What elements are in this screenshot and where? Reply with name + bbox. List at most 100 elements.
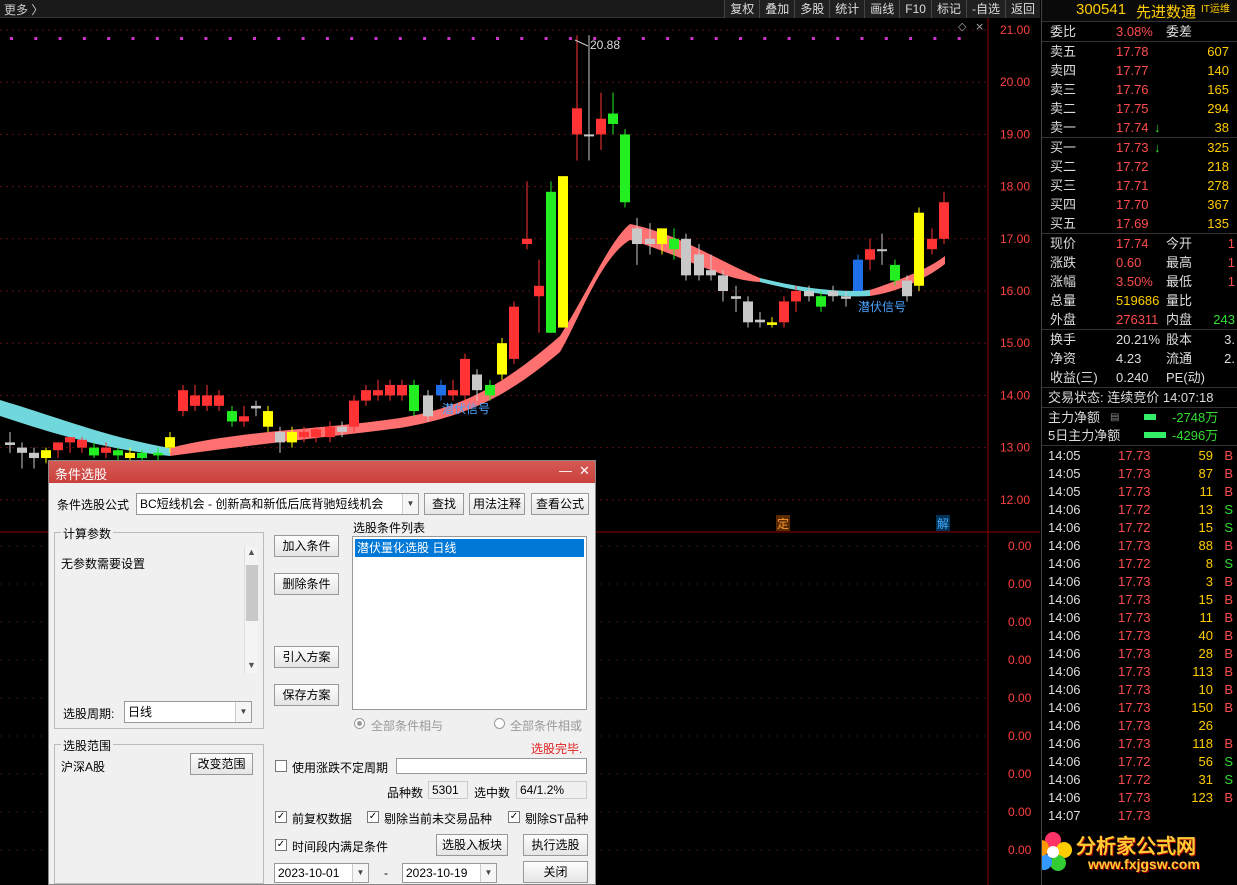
bid-label: 买二 bbox=[1050, 159, 1077, 174]
import-scheme-button[interactable]: 引入方案 bbox=[274, 646, 339, 668]
sub-tick: 0.00 bbox=[1008, 767, 1032, 781]
to-block-button[interactable]: 选股入板块 bbox=[436, 834, 508, 856]
signal-dot bbox=[447, 37, 451, 40]
scroll-thumb[interactable] bbox=[246, 565, 258, 621]
main-flow-row: 主力净额 ▤ -2748万 bbox=[1042, 407, 1237, 426]
candle-body bbox=[385, 384, 395, 396]
mark-button[interactable]: 标记 bbox=[930, 0, 966, 18]
period-select[interactable]: 日线 ▼ bbox=[124, 701, 252, 723]
trade-side: B bbox=[1224, 736, 1233, 751]
ask-row: 卖三 17.76 165 bbox=[1042, 80, 1237, 99]
view-formula-button[interactable]: 查看公式 bbox=[531, 493, 589, 515]
trade-tick-row: 14:05 17.73 11 B bbox=[1042, 483, 1237, 501]
trade-tick-row: 14:06 17.73 15 B bbox=[1042, 591, 1237, 609]
chevron-down-icon[interactable]: ▼ bbox=[480, 864, 496, 882]
params-scrollbar[interactable]: ▲ ▼ bbox=[244, 547, 258, 673]
trade-volume: 87 bbox=[1198, 466, 1213, 481]
stat-row: 涨幅 3.50% 最低 1 bbox=[1042, 272, 1237, 291]
back-button[interactable]: 返回 bbox=[1004, 0, 1040, 18]
close-button[interactable]: 关闭 bbox=[523, 861, 588, 883]
f10-button[interactable]: F10 bbox=[899, 0, 931, 18]
ask-label: 卖二 bbox=[1050, 101, 1077, 116]
candle-body bbox=[645, 238, 655, 245]
dialog-titlebar[interactable]: 条件选股 — ✕ bbox=[49, 461, 595, 483]
stock-sector-tag: IT运维 bbox=[1201, 4, 1230, 15]
condition-list-item[interactable]: 潜伏量化选股 日线 bbox=[355, 539, 584, 557]
signal-dot bbox=[739, 37, 742, 40]
trade-status-row: 交易状态: 连续竞价 14:07:18 bbox=[1042, 387, 1237, 407]
stat-label-2: 最低 bbox=[1166, 274, 1193, 289]
chevron-down-icon[interactable]: ▼ bbox=[235, 702, 251, 722]
signal-dot bbox=[131, 37, 135, 40]
selected-label: 选中数 bbox=[474, 786, 511, 800]
overlay-button[interactable]: 叠加 bbox=[759, 0, 795, 18]
formula-select[interactable]: BC短线机会 - 创新高和新低后底背驰短线机会 ▼ bbox=[136, 493, 419, 515]
trade-side: B bbox=[1224, 628, 1233, 643]
info-icon[interactable]: ▤ bbox=[1110, 408, 1119, 427]
trade-tick-row: 14:06 17.72 8 S bbox=[1042, 555, 1237, 573]
quote-stats: 现价 17.74 今开 1 涨跌 0.60 最高 1 涨幅 3.50% 最低 1… bbox=[1042, 233, 1237, 329]
candle-body bbox=[423, 395, 433, 417]
condition-list[interactable]: 潜伏量化选股 日线 bbox=[352, 536, 587, 710]
trade-tick-row: 14:06 17.73 123 B bbox=[1042, 789, 1237, 807]
chevron-down-icon[interactable]: ▼ bbox=[402, 494, 418, 514]
candle-body bbox=[902, 280, 912, 297]
find-button[interactable]: 查找 bbox=[424, 493, 464, 515]
chevron-down-icon[interactable]: ▼ bbox=[352, 864, 368, 882]
irregular-period-input[interactable] bbox=[396, 758, 587, 774]
trade-time: 14:05 bbox=[1048, 484, 1081, 499]
ask-row: 卖四 17.77 140 bbox=[1042, 61, 1237, 80]
candle-body bbox=[755, 319, 765, 323]
candle-body bbox=[227, 411, 237, 422]
delete-condition-button[interactable]: 删除条件 bbox=[274, 573, 339, 595]
stat-label: 涨幅 bbox=[1050, 274, 1077, 289]
trade-time: 14:06 bbox=[1048, 664, 1081, 679]
trade-time: 14:06 bbox=[1048, 754, 1081, 769]
ask-volume: 165 bbox=[1207, 82, 1229, 97]
period-satisfy-checkbox[interactable]: ✓ bbox=[275, 839, 287, 851]
bid-price: 17.71 bbox=[1116, 178, 1149, 193]
multi-stock-button[interactable]: 多股 bbox=[794, 0, 830, 18]
fuquan-button[interactable]: 复权 bbox=[724, 0, 760, 18]
prior-adjust-checkbox[interactable]: ✓ bbox=[275, 811, 287, 823]
trade-volume: 113 bbox=[1192, 664, 1213, 679]
candle-body bbox=[101, 447, 111, 453]
more-menu[interactable]: 更多 〉 bbox=[4, 1, 43, 18]
or-radio[interactable] bbox=[494, 718, 505, 729]
candle-body bbox=[299, 431, 309, 438]
signal-dot bbox=[82, 37, 86, 40]
execute-selection-button[interactable]: 执行选股 bbox=[523, 834, 588, 856]
trade-side: B bbox=[1224, 484, 1233, 499]
range-group: 选股范围 沪深A股 改变范围 bbox=[54, 737, 264, 884]
candle-body bbox=[89, 447, 99, 456]
stat-label: 涨跌 bbox=[1050, 255, 1077, 270]
watermark: 分析家公式网 www.fxjgsw.com bbox=[1042, 826, 1237, 885]
exclude-untraded-checkbox[interactable]: ✓ bbox=[367, 811, 379, 823]
signal-dot bbox=[155, 37, 159, 40]
candle-body bbox=[202, 395, 212, 406]
irregular-period-checkbox[interactable] bbox=[275, 760, 287, 772]
draw-line-button[interactable]: 画线 bbox=[864, 0, 900, 18]
trade-volume: 10 bbox=[1198, 682, 1213, 697]
scroll-up-icon: ▲ bbox=[247, 547, 256, 557]
close-icon[interactable]: ✕ bbox=[579, 463, 590, 479]
stats-button[interactable]: 统计 bbox=[829, 0, 865, 18]
date-from-select[interactable]: 2023-10-01 ▼ bbox=[274, 863, 369, 883]
and-radio[interactable] bbox=[354, 718, 365, 729]
stat-value: 20.21% bbox=[1116, 332, 1161, 347]
minimize-icon[interactable]: — bbox=[559, 463, 572, 478]
sub-tick: 0.00 bbox=[1008, 539, 1032, 553]
ask-volume: 294 bbox=[1207, 101, 1229, 116]
usage-notes-button[interactable]: 用法注释 bbox=[469, 493, 525, 515]
add-condition-button[interactable]: 加入条件 bbox=[274, 535, 339, 557]
remove-watchlist-button[interactable]: -自选 bbox=[965, 0, 1005, 18]
arrow-down-icon: ↓ bbox=[1154, 140, 1161, 155]
candle-body bbox=[113, 450, 123, 456]
change-range-button[interactable]: 改变范围 bbox=[190, 753, 253, 775]
trade-side: B bbox=[1224, 664, 1233, 679]
date-to-select[interactable]: 2023-10-19 ▼ bbox=[402, 863, 497, 883]
candle-body bbox=[572, 108, 582, 135]
save-scheme-button[interactable]: 保存方案 bbox=[274, 684, 339, 706]
exclude-st-checkbox[interactable]: ✓ bbox=[508, 811, 520, 823]
candle-body bbox=[337, 426, 347, 432]
